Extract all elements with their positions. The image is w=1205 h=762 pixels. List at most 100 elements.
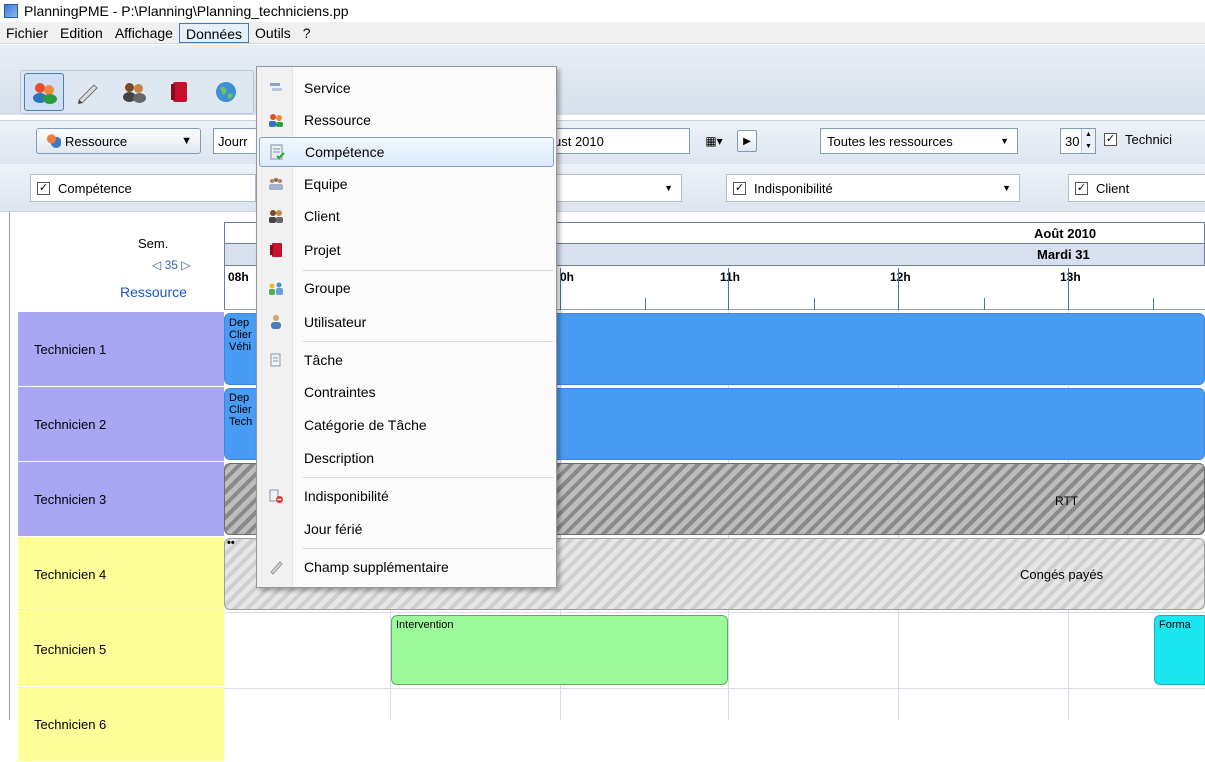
menu-item-description[interactable]: Description [259, 443, 554, 473]
previous-week-icon[interactable]: ◁ [152, 258, 161, 272]
intervention-task-bar[interactable]: Intervention [391, 615, 728, 685]
empty-icon-slot [268, 417, 284, 433]
clients-icon [122, 80, 146, 104]
week-selector[interactable]: ◁ 35 ▷ [152, 258, 191, 272]
client-view-button[interactable] [114, 73, 154, 111]
dropdown-arrow-icon: ▼ [181, 135, 192, 147]
resource-row-technicien-4[interactable]: Technicien 4 [18, 537, 224, 612]
menu-item-label: Jour férié [304, 521, 363, 537]
menu-item-utilisateur[interactable]: Utilisateur [259, 307, 554, 337]
menu-item-competence[interactable]: Compétence [259, 137, 554, 167]
service-icon [268, 80, 284, 96]
resources-filter-value: Toutes les ressources [827, 133, 953, 149]
task-view-button[interactable] [68, 73, 108, 111]
technicians-checkbox[interactable]: ✓ Technici [1104, 132, 1172, 147]
menu-item-label: Client [304, 208, 340, 224]
half-hour-tick [984, 298, 985, 310]
resource-type-button[interactable]: Ressource ▼ [36, 128, 201, 154]
binder-icon [171, 82, 187, 102]
hour-label: 11h [720, 270, 741, 284]
day-label: Mardi 31 [1037, 247, 1090, 262]
chevron-down-icon: ▼ [1000, 136, 1009, 146]
week-number: 35 [164, 258, 178, 272]
empty-icon-slot [268, 384, 284, 400]
date-combo[interactable]: ust 2010 [540, 128, 690, 154]
competence-checkbox[interactable]: ✓ [37, 181, 50, 195]
web-view-button[interactable] [206, 73, 246, 111]
menu-fichier[interactable]: Fichier [0, 23, 54, 43]
next-week-icon[interactable]: ▷ [181, 258, 190, 272]
menu-item-ressource[interactable]: Ressource [259, 105, 554, 135]
competence-filter[interactable]: ✓ Compétence [30, 174, 256, 202]
resource-name: Technicien 4 [34, 566, 107, 582]
training-label: Forma [1159, 619, 1191, 631]
empty-icon-slot [268, 521, 284, 537]
next-arrow-button[interactable]: ▶ [737, 130, 757, 152]
project-view-button[interactable] [160, 73, 200, 111]
technicians-label: Technici [1125, 132, 1172, 147]
hour-label: 13h [1060, 270, 1081, 284]
empty-icon-slot [268, 450, 284, 466]
unavailability-filter-label: Indisponibilité [754, 180, 833, 196]
hour-label: 0h [560, 270, 575, 284]
menu-item-categorie-tache[interactable]: Catégorie de Tâche [259, 410, 554, 440]
menu-item-champ-supplementaire[interactable]: Champ supplémentaire [259, 552, 554, 582]
menu-item-label: Contraintes [304, 384, 376, 400]
resource-row-technicien-5[interactable]: Technicien 5 [18, 612, 224, 687]
grid-row-line [224, 688, 1205, 689]
menu-separator [303, 270, 553, 271]
resource-row-technicien-1[interactable]: Technicien 1 [18, 312, 224, 387]
menu-affichage[interactable]: Affichage [109, 23, 179, 43]
resource-row-technicien-3[interactable]: Technicien 3 [18, 462, 224, 537]
menu-item-service[interactable]: Service [259, 73, 554, 103]
menu-item-label: Groupe [304, 280, 351, 296]
menu-item-indisponibilite[interactable]: Indisponibilité [259, 481, 554, 511]
hour-label: 08h [228, 270, 249, 284]
client-checkbox[interactable]: ✓ [1075, 181, 1088, 195]
menu-item-groupe[interactable]: Groupe [259, 273, 554, 303]
menu-item-tache[interactable]: Tâche [259, 345, 554, 375]
user-icon [268, 314, 284, 330]
globe-icon [216, 82, 236, 102]
menu-item-label: Catégorie de Tâche [304, 417, 427, 433]
calendar-dropdown-icon[interactable]: ▦▾ [696, 130, 732, 152]
view-combo[interactable]: Jourr [213, 128, 257, 154]
resource-view-button[interactable] [24, 73, 64, 111]
resource-name: Technicien 2 [34, 416, 107, 432]
resource-column-link[interactable]: Ressource [120, 284, 187, 300]
spinner-arrows-icon[interactable]: ▲ ▼ [1081, 129, 1095, 153]
menu-item-client[interactable]: Client [259, 201, 554, 231]
training-task-bar[interactable]: Forma [1154, 615, 1205, 685]
menu-item-label: Tâche [304, 352, 343, 368]
resource-row-technicien-2[interactable]: Technicien 2 [18, 387, 224, 462]
checkbox-icon[interactable]: ✓ [1104, 133, 1117, 146]
menu-bar: Fichier Edition Affichage Données Outils… [0, 22, 1205, 44]
resources-filter-combo[interactable]: Toutes les ressources ▼ [820, 128, 1018, 154]
menu-item-jour-ferie[interactable]: Jour férié [259, 514, 554, 544]
half-hour-tick [1153, 298, 1154, 310]
menu-separator [303, 341, 553, 342]
unavailability-icon [268, 488, 284, 504]
hour-tick [560, 268, 561, 310]
count-spinner[interactable]: 30 ▲ ▼ [1060, 128, 1096, 154]
menu-separator [303, 477, 553, 478]
extra-field-icon [268, 559, 284, 575]
client-filter[interactable]: ✓ Client [1068, 174, 1205, 202]
menu-donnees[interactable]: Données [178, 22, 249, 43]
menu-outils[interactable]: Outils [249, 23, 297, 43]
unavailability-checkbox[interactable]: ✓ [733, 181, 746, 195]
menu-item-equipe[interactable]: Equipe [259, 169, 554, 199]
chevron-down-icon: ▼ [664, 183, 673, 193]
menu-item-projet[interactable]: Projet [259, 235, 554, 265]
menu-edition[interactable]: Edition [54, 23, 109, 43]
hour-tick [728, 268, 729, 310]
count-value: 30 [1065, 133, 1080, 149]
second-filter-combo[interactable]: ▼ [540, 174, 682, 202]
chevron-down-icon: ▼ [1002, 183, 1011, 193]
half-hour-tick [814, 298, 815, 310]
resource-row-technicien-6[interactable]: Technicien 6 [18, 687, 224, 762]
menu-item-contraintes[interactable]: Contraintes [259, 377, 554, 407]
unavailability-filter[interactable]: ✓ Indisponibilité ▼ [726, 174, 1020, 202]
menu-help[interactable]: ? [297, 23, 317, 43]
task-handle-dots[interactable]: •• [227, 539, 235, 549]
